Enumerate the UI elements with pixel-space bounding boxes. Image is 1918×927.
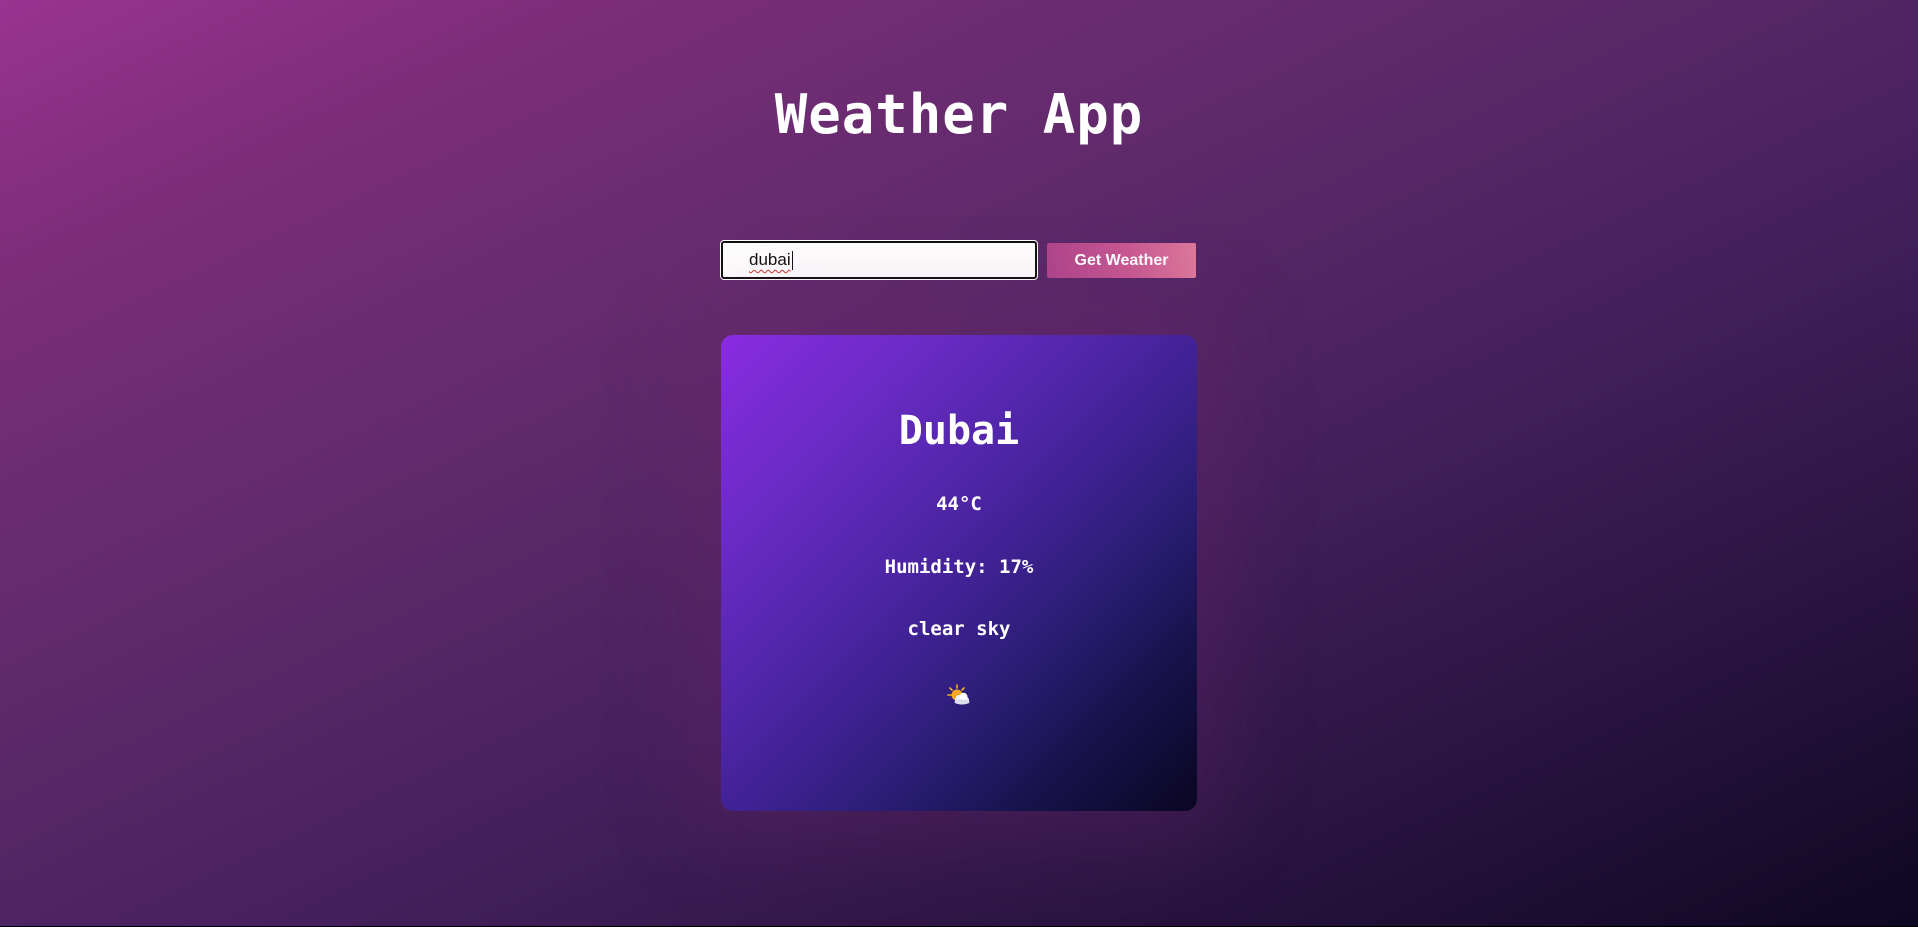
- text-caret: [791, 250, 793, 270]
- sun-behind-cloud-icon: [947, 684, 970, 705]
- city-search-input-inner: dubai: [749, 243, 1035, 277]
- city-search-input-value: dubai: [749, 250, 791, 269]
- weather-description: clear sky: [907, 618, 1011, 640]
- weather-city-name: Dubai: [898, 408, 1020, 454]
- search-row: dubai Get Weather: [720, 240, 1196, 280]
- app-title: Weather App: [774, 83, 1144, 146]
- weather-humidity: Humidity: 17%: [884, 556, 1034, 578]
- weather-temperature: 44°C: [936, 493, 982, 515]
- city-search-input[interactable]: dubai: [720, 240, 1038, 280]
- weather-card: Dubai 44°C Humidity: 17% clear sky: [721, 335, 1197, 811]
- get-weather-button[interactable]: Get Weather: [1047, 243, 1196, 278]
